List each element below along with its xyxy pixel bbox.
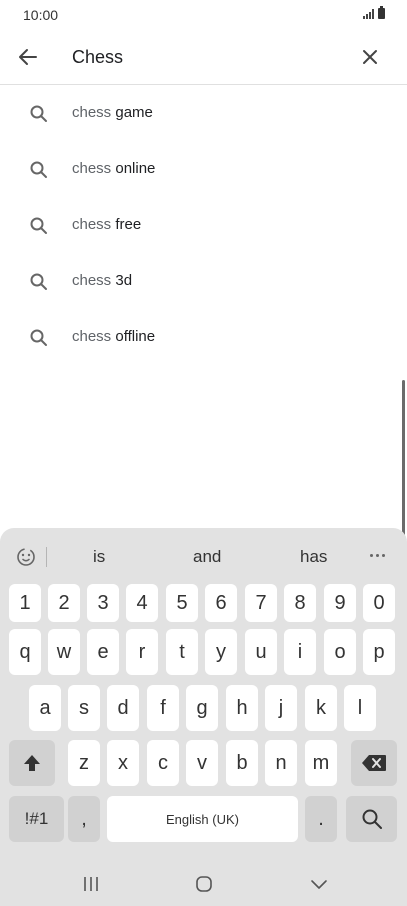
key-3[interactable]: 3 [87, 584, 119, 622]
recent-apps-icon [84, 877, 98, 891]
clear-search-button[interactable] [355, 42, 385, 72]
suggestion-item[interactable]: chess 3d [0, 253, 407, 309]
prediction-is[interactable]: is [93, 547, 105, 567]
suggestion-item[interactable]: chess offline [0, 309, 407, 365]
status-icons [363, 6, 385, 19]
key-7[interactable]: 7 [245, 584, 277, 622]
back-button[interactable] [13, 42, 43, 72]
backspace-key[interactable] [351, 740, 397, 786]
nav-bar [0, 862, 407, 906]
recent-apps-button[interactable] [76, 872, 106, 896]
toolbar-divider [46, 547, 47, 567]
key-9[interactable]: 9 [324, 584, 356, 622]
key-t[interactable]: t [166, 629, 198, 675]
shift-icon [24, 755, 40, 771]
key-2[interactable]: 2 [48, 584, 80, 622]
key-0[interactable]: 0 [363, 584, 395, 622]
space-key[interactable]: English (UK) [107, 796, 298, 842]
key-i[interactable]: i [284, 629, 316, 675]
key-p[interactable]: p [363, 629, 395, 675]
search-key[interactable] [346, 796, 397, 842]
key-d[interactable]: d [107, 685, 139, 731]
symbols-key[interactable]: !#1 [9, 796, 64, 842]
suggestion-text: chess game [72, 104, 153, 121]
search-icon [30, 217, 47, 234]
scrollbar[interactable] [402, 380, 405, 552]
more-options-button[interactable] [370, 548, 390, 562]
status-time: 10:00 [23, 7, 59, 23]
more-dots-icon [370, 553, 373, 557]
signal-icon [363, 9, 374, 19]
key-a[interactable]: a [29, 685, 61, 731]
status-bar: 10:00 [0, 0, 407, 30]
key-5[interactable]: 5 [166, 584, 198, 622]
key-8[interactable]: 8 [284, 584, 316, 622]
suggestion-text: chess offline [72, 328, 156, 345]
backspace-icon [362, 755, 386, 771]
key-v[interactable]: v [186, 740, 218, 786]
prediction-and[interactable]: and [193, 547, 221, 567]
search-input[interactable] [72, 44, 342, 70]
home-icon [196, 876, 212, 892]
battery-icon [378, 6, 385, 19]
search-icon [362, 809, 382, 829]
suggestion-item[interactable]: chess free [0, 197, 407, 253]
key-u[interactable]: u [245, 629, 277, 675]
shift-key[interactable] [9, 740, 55, 786]
key-c[interactable]: c [147, 740, 179, 786]
close-icon [363, 50, 377, 64]
key-l[interactable]: l [344, 685, 376, 731]
suggestion-text: chess 3d [72, 272, 133, 289]
suggestion-item[interactable]: chess game [0, 85, 407, 141]
comma-key[interactable]: , [68, 796, 100, 842]
keyboard-toolbar: is and has [0, 528, 407, 584]
suggestion-text: chess free [72, 216, 142, 233]
key-q[interactable]: q [9, 629, 41, 675]
key-k[interactable]: k [305, 685, 337, 731]
suggestion-text: chess online [72, 160, 156, 177]
keyboard: is and has 1 2 3 4 5 6 7 8 9 0 q w e r t… [0, 528, 407, 906]
chevron-down-icon [311, 880, 327, 889]
prediction-has[interactable]: has [300, 547, 327, 567]
key-o[interactable]: o [324, 629, 356, 675]
period-key[interactable]: . [305, 796, 337, 842]
key-w[interactable]: w [48, 629, 80, 675]
key-1[interactable]: 1 [9, 584, 41, 622]
key-6[interactable]: 6 [205, 584, 237, 622]
suggestion-item[interactable]: chess online [0, 141, 407, 197]
key-4[interactable]: 4 [126, 584, 158, 622]
key-j[interactable]: j [265, 685, 297, 731]
emoji-button[interactable] [13, 544, 39, 570]
home-button[interactable] [189, 872, 219, 896]
suggestion-list: chess game chess online chess free chess… [0, 85, 407, 365]
arrow-left-icon [19, 49, 37, 65]
key-z[interactable]: z [68, 740, 100, 786]
key-b[interactable]: b [226, 740, 258, 786]
key-n[interactable]: n [265, 740, 297, 786]
key-y[interactable]: y [205, 629, 237, 675]
hide-keyboard-button[interactable] [304, 872, 334, 896]
key-r[interactable]: r [126, 629, 158, 675]
search-icon [30, 273, 47, 290]
search-icon [30, 105, 47, 122]
key-h[interactable]: h [226, 685, 258, 731]
key-x[interactable]: x [107, 740, 139, 786]
key-s[interactable]: s [68, 685, 100, 731]
key-m[interactable]: m [305, 740, 337, 786]
search-header [0, 30, 407, 85]
key-f[interactable]: f [147, 685, 179, 731]
emoji-icon [17, 548, 35, 566]
search-icon [30, 329, 47, 346]
search-icon [30, 161, 47, 178]
key-g[interactable]: g [186, 685, 218, 731]
key-e[interactable]: e [87, 629, 119, 675]
